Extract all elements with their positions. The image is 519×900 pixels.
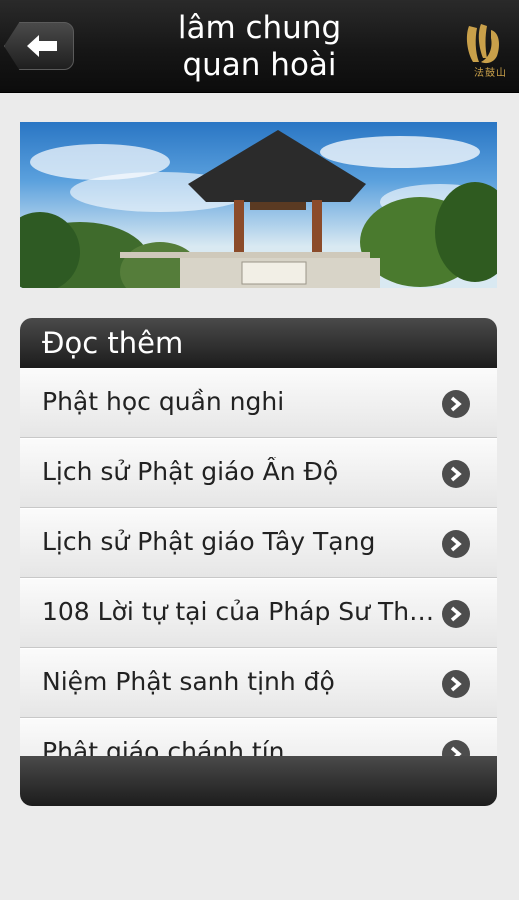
page-title-line2: quan hoài (182, 47, 337, 83)
chevron-right-icon (442, 390, 470, 418)
reading-list: Phật học quần nghi Lịch sử Phật giáo Ấn … (20, 368, 497, 756)
section-footer (20, 756, 497, 806)
temple-bell-tower-photo (20, 130, 497, 288)
list-item[interactable]: 108 Lời tự tại của Pháp Sư Thánh Nghiêm (20, 578, 497, 648)
chevron-right-icon (442, 740, 470, 756)
list-item-label: Phật học quần nghi (42, 387, 285, 416)
list-item[interactable]: Phật giáo chánh tín (20, 718, 497, 756)
list-item[interactable]: Niệm Phật sanh tịnh độ (20, 648, 497, 718)
chevron-right-icon (442, 460, 470, 488)
top-app-bar: lâm chung quan hoài 法鼓山 (0, 0, 519, 93)
back-button[interactable] (4, 22, 74, 70)
page-title: lâm chung quan hoài (120, 10, 399, 84)
arrow-left-icon (27, 35, 57, 57)
section-title: Đọc thêm (42, 326, 184, 360)
list-item-label: Lịch sử Phật giáo Ấn Độ (42, 457, 339, 486)
list-item-label: Niệm Phật sanh tịnh độ (42, 667, 335, 696)
chevron-right-icon (442, 600, 470, 628)
chevron-right-icon (442, 530, 470, 558)
page-title-line1: lâm chung (177, 10, 342, 46)
list-item[interactable]: Lịch sử Phật giáo Ấn Độ (20, 438, 497, 508)
list-item[interactable]: Lịch sử Phật giáo Tây Tạng (20, 508, 497, 578)
banner-image (20, 122, 497, 288)
list-item-label: 108 Lời tự tại của Pháp Sư Thánh Nghiêm (42, 597, 442, 626)
section-header: Đọc thêm (20, 318, 497, 368)
list-item-label: Lịch sử Phật giáo Tây Tạng (42, 527, 376, 556)
list-item-label: Phật giáo chánh tín (42, 737, 285, 756)
logo-caption: 法鼓山 (474, 68, 507, 79)
chevron-right-icon (442, 670, 470, 698)
list-item[interactable]: Phật học quần nghi (20, 368, 497, 438)
